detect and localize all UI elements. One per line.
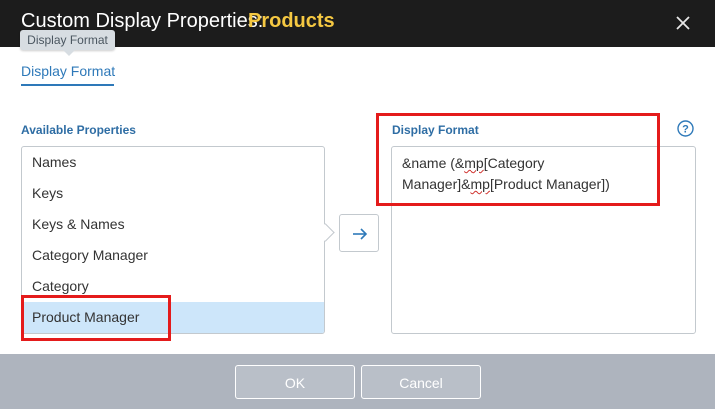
- property-item-keys-names[interactable]: Keys & Names: [22, 209, 324, 240]
- property-item-category-manager[interactable]: Category Manager: [22, 240, 324, 271]
- close-button[interactable]: [668, 8, 698, 38]
- property-item-names[interactable]: Names: [22, 147, 324, 178]
- help-icon: ?: [677, 120, 694, 137]
- close-icon: [676, 16, 690, 30]
- active-tab-indicator: [21, 84, 114, 86]
- arrow-right-icon: [353, 228, 368, 240]
- available-properties-label: Available Properties: [21, 123, 136, 137]
- format-segment: [Product Manager]): [489, 176, 610, 192]
- property-item-product-manager[interactable]: Product Manager: [22, 302, 324, 333]
- help-button[interactable]: ?: [677, 120, 694, 137]
- dialog-footer: OK Cancel: [0, 354, 715, 409]
- available-properties-list[interactable]: Names Keys Keys & Names Category Manager…: [21, 146, 325, 334]
- display-format-label: Display Format: [392, 123, 479, 137]
- dialog-title-object: Products: [248, 10, 335, 32]
- format-segment-misspelled: mp: [470, 176, 490, 192]
- property-item-keys[interactable]: Keys: [22, 178, 324, 209]
- svg-text:?: ?: [682, 124, 689, 136]
- format-segment-misspelled: mp: [464, 155, 484, 171]
- tab-display-format[interactable]: Display Format: [21, 63, 115, 79]
- tab-tooltip: Display Format: [20, 30, 115, 56]
- property-item-category[interactable]: Category: [22, 271, 324, 302]
- format-segment: &name (&: [402, 155, 465, 171]
- ok-button[interactable]: OK: [235, 365, 355, 399]
- display-format-input[interactable]: &name (&mp[Category Manager]&mp[Product …: [391, 146, 696, 334]
- add-property-button[interactable]: [339, 214, 379, 252]
- cancel-button[interactable]: Cancel: [361, 365, 481, 399]
